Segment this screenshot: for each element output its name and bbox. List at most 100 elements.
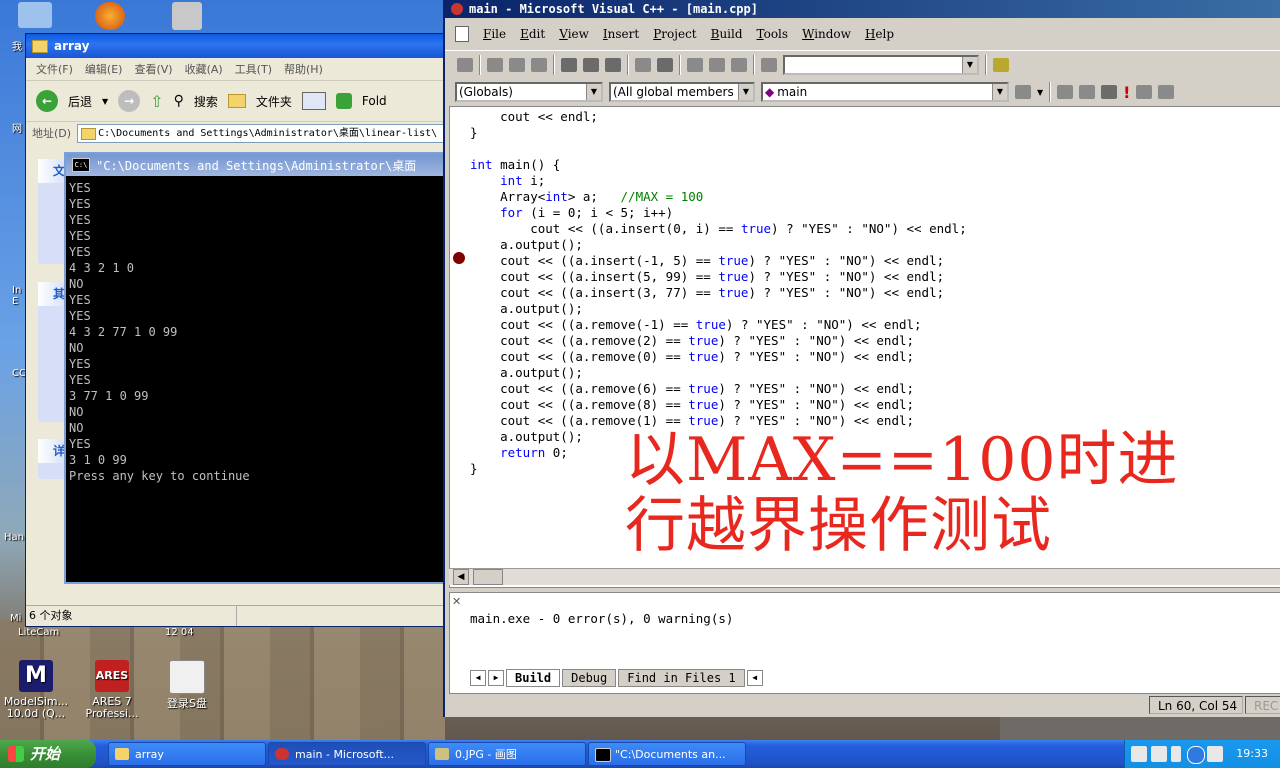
sync-icon[interactable]	[335, 93, 352, 109]
build-icon[interactable]	[1079, 85, 1096, 99]
editor-horizontal-scrollbar[interactable]: ◀	[449, 568, 1280, 585]
tab-build[interactable]: Build	[506, 669, 561, 687]
wizard-action-icon[interactable]	[1015, 85, 1031, 99]
code-line[interactable]: cout << ((a.insert(3, 77) == true) ? "YE…	[470, 285, 967, 301]
code-line[interactable]: a.output();	[470, 365, 967, 381]
explorer-title-bar[interactable]: array	[26, 34, 446, 58]
chevron-down-icon[interactable]: ▼	[1037, 88, 1043, 97]
find-combo[interactable]: ▼	[783, 55, 979, 75]
views-icon[interactable]	[301, 92, 326, 110]
code-line[interactable]: }	[470, 125, 967, 141]
chevron-down-icon[interactable]: ▼	[586, 84, 601, 100]
save-all-icon[interactable]	[531, 58, 547, 72]
start-button[interactable]: 开始	[0, 740, 96, 768]
desktop-icon-ares[interactable]: ARES ARES 7 Professi...	[72, 660, 152, 720]
code-line[interactable]: cout << ((a.insert(-1, 5) == true) ? "YE…	[470, 253, 967, 269]
folders-button[interactable]: 文件夹	[256, 93, 292, 110]
menu-favorites[interactable]: 收藏(A)	[185, 61, 223, 77]
taskbar-item-vc[interactable]: main - Microsoft...	[268, 742, 426, 766]
output-scroll-left-icon[interactable]: ◀	[746, 670, 763, 686]
compile-icon[interactable]	[1057, 85, 1074, 99]
app-shortcut-icon[interactable]	[172, 2, 202, 30]
vc-menu-project[interactable]: Project	[653, 27, 696, 41]
folder-sync-button[interactable]: Fold	[362, 94, 387, 108]
menu-edit[interactable]: 编辑(E)	[85, 61, 123, 77]
output-window-icon[interactable]	[709, 58, 725, 72]
class-combo[interactable]: (Globals) ▼	[455, 82, 603, 102]
cut-icon[interactable]	[561, 58, 577, 72]
breakpoint-hand-icon[interactable]	[1158, 85, 1175, 99]
go-debug-icon[interactable]	[1136, 85, 1153, 99]
window-list-icon[interactable]	[731, 58, 747, 72]
vc-menu-insert[interactable]: Insert	[603, 27, 639, 41]
menu-tools[interactable]: 工具(T)	[235, 61, 272, 77]
code-line[interactable]: cout << ((a.insert(0, i) == true) ? "YES…	[470, 221, 967, 237]
workspace-icon[interactable]	[687, 58, 703, 72]
address-input[interactable]: C:\Documents and Settings\Administrator\…	[77, 123, 446, 143]
document-icon[interactable]	[455, 26, 469, 42]
execute-icon[interactable]: !	[1123, 83, 1130, 102]
open-folder-icon[interactable]	[487, 58, 503, 72]
code-line[interactable]: int main() {	[470, 157, 967, 173]
tab-debug[interactable]: Debug	[562, 669, 617, 687]
code-line[interactable]: for (i = 0; i < 5; i++)	[470, 205, 967, 221]
code-editor[interactable]: cout << endl;} int main() { int i; Array<…	[449, 106, 1280, 588]
desktop-icon-login[interactable]: 登录S盘	[147, 660, 227, 710]
breakpoint-icon[interactable]	[453, 252, 465, 264]
menu-view[interactable]: 查看(V)	[134, 61, 172, 77]
up-folder-icon[interactable]: ⇧	[150, 92, 163, 111]
taskbar-item-console[interactable]: "C:\Documents an...	[588, 742, 746, 766]
code-line[interactable]: cout << ((a.insert(5, 99) == true) ? "YE…	[470, 269, 967, 285]
help-icon[interactable]	[1151, 746, 1167, 762]
chevron-down-icon[interactable]	[1171, 746, 1181, 762]
taskbar-item-explorer[interactable]: array	[108, 742, 266, 766]
console-title-bar[interactable]: C:\ "C:\Documents and Settings\Administr…	[66, 154, 446, 176]
taskbar-item-paint[interactable]: 0.JPG - 画图	[428, 742, 586, 766]
vc-menu-edit[interactable]: Edit	[520, 27, 545, 41]
source-code[interactable]: cout << endl;} int main() { int i; Array<…	[470, 109, 967, 477]
show-hidden-icons-icon[interactable]	[1187, 746, 1205, 764]
stop-build-icon[interactable]	[1101, 85, 1118, 99]
chevron-down-icon[interactable]: ▼	[992, 84, 1007, 100]
undo-icon[interactable]	[635, 58, 651, 72]
paste-icon[interactable]	[605, 58, 621, 72]
tab-scroll-left-icon[interactable]: ◀	[470, 670, 486, 686]
find-icon[interactable]	[993, 58, 1009, 72]
search-button[interactable]: 搜索	[194, 93, 218, 110]
code-line[interactable]: cout << ((a.remove(0) == true) ? "YES" :…	[470, 349, 967, 365]
code-line[interactable]: cout << endl;	[470, 109, 967, 125]
tab-scroll-right-icon[interactable]: ▶	[488, 670, 504, 686]
code-line[interactable]: a.output();	[470, 301, 967, 317]
code-line[interactable]: Array<int> a; //MAX = 100	[470, 189, 967, 205]
firefox-icon[interactable]	[95, 2, 125, 30]
scroll-thumb[interactable]	[473, 569, 503, 585]
code-line[interactable]: cout << ((a.remove(8) == true) ? "YES" :…	[470, 397, 967, 413]
vc-menu-help[interactable]: Help	[865, 27, 894, 41]
menu-file[interactable]: 文件(F)	[36, 61, 73, 77]
menu-help[interactable]: 帮助(H)	[284, 61, 323, 77]
code-line[interactable]: cout << ((a.remove(6) == true) ? "YES" :…	[470, 381, 967, 397]
redo-icon[interactable]	[657, 58, 673, 72]
code-line[interactable]: a.output();	[470, 237, 967, 253]
code-line[interactable]	[470, 141, 967, 157]
back-button[interactable]: 后退	[68, 93, 92, 110]
code-line[interactable]: cout << ((a.remove(2) == true) ? "YES" :…	[470, 333, 967, 349]
back-arrow-icon[interactable]: ←	[36, 90, 58, 112]
vc-menu-build[interactable]: Build	[711, 27, 743, 41]
new-file-icon[interactable]	[457, 58, 473, 72]
filter-combo[interactable]: (All global members ▼	[609, 82, 755, 102]
code-line[interactable]: cout << ((a.remove(-1) == true) ? "YES" …	[470, 317, 967, 333]
vc-menu-tools[interactable]: Tools	[757, 27, 789, 41]
keyboard-icon[interactable]	[1131, 746, 1147, 762]
forward-arrow-icon[interactable]: →	[118, 90, 141, 112]
chevron-down-icon[interactable]: ▼	[738, 84, 753, 100]
tab-find-in-files[interactable]: Find in Files 1	[618, 669, 745, 687]
chevron-down-icon[interactable]: ▼	[102, 97, 108, 106]
network-icon[interactable]	[1207, 746, 1223, 762]
vc-menu-file[interactable]: File	[483, 27, 506, 41]
members-combo[interactable]: ◆ main ▼	[761, 82, 1009, 102]
save-icon[interactable]	[509, 58, 525, 72]
copy-icon[interactable]	[583, 58, 599, 72]
find-in-files-icon[interactable]	[761, 58, 777, 72]
vc-title-bar[interactable]: main - Microsoft Visual C++ - [main.cpp]	[445, 0, 1280, 18]
